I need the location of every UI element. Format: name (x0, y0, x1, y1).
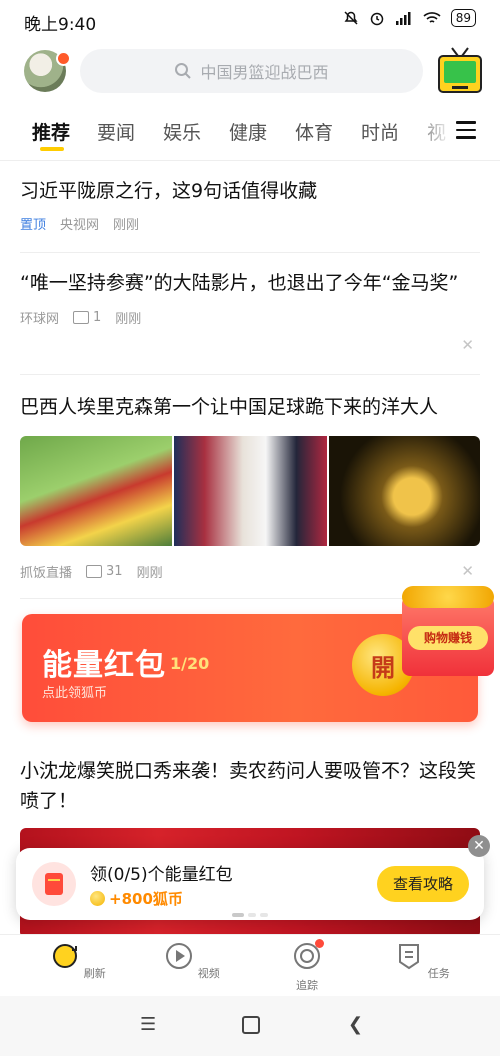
task-icon (399, 944, 420, 970)
home-nav-icon[interactable] (242, 1016, 260, 1034)
pinned-tag: 置顶 (20, 218, 47, 233)
pager-indicator (232, 913, 268, 917)
battery-indicator: 89 (450, 9, 476, 27)
alarm-icon (370, 12, 383, 26)
system-nav-bar: ☰ ❮ (0, 996, 500, 1056)
bottom-nav: 刷新 视频 追踪 任务 (0, 934, 500, 997)
list-item[interactable]: 习近平陇原之行，这9句话值得收藏 置顶 央视网 刚刚 (20, 176, 480, 233)
search-bar[interactable]: 中国男篮迎战巴西 (80, 49, 423, 93)
refresh-icon (53, 944, 78, 968)
nav-video[interactable]: 视频 (162, 941, 222, 981)
nav-task[interactable]: 任务 (392, 941, 452, 981)
tab-news[interactable]: 要闻 (97, 118, 135, 145)
article-meta: 环球网 1 刚刚 (20, 308, 480, 327)
task-reward-value: +800狐币 (109, 890, 183, 908)
gold-coins (402, 586, 494, 608)
play-icon (166, 943, 193, 969)
app-header: 中国男篮迎战巴西 (0, 40, 500, 104)
article-time: 刚刚 (113, 218, 140, 233)
article-title: 巴西人埃里克森第一个让中国足球跪下来的洋大人 (20, 396, 439, 418)
article-title: “唯一坚持参赛”的大陆影片，也退出了今年“金马奖” (20, 272, 459, 294)
view-guide-button[interactable]: 查看攻略 (377, 866, 469, 902)
tab-recommend[interactable]: 推荐 (32, 118, 70, 145)
nav-label: 追踪 (296, 979, 318, 992)
status-bar: 晚上9:40 89 (0, 0, 500, 40)
comment-count-value: 31 (106, 564, 123, 579)
tab-entertainment[interactable]: 娱乐 (163, 118, 201, 145)
search-icon (175, 63, 192, 79)
article-source: 环球网 (20, 312, 60, 327)
energy-banner[interactable]: 能量红包 1/20 点此领狐币 開 购物赚钱 (22, 586, 494, 722)
wifi-icon (423, 12, 441, 23)
status-time: 晚上9:40 (24, 15, 97, 35)
search-placeholder: 中国男篮迎战巴西 (200, 63, 329, 82)
article-images[interactable] (20, 436, 480, 546)
tab-sports[interactable]: 体育 (295, 118, 333, 145)
nav-label: 任务 (427, 967, 450, 980)
nav-refresh[interactable]: 刷新 (48, 941, 108, 981)
article-time: 刚刚 (115, 312, 142, 327)
banner-count: 1/20 (170, 654, 210, 673)
tabs-fade (412, 104, 452, 160)
open-coin-label: 開 (371, 653, 395, 682)
mute-icon (344, 11, 358, 25)
divider (20, 374, 480, 375)
comment-icon (73, 311, 90, 324)
nav-label: 视频 (197, 967, 220, 980)
nav-track[interactable]: 追踪 (277, 939, 337, 993)
task-title: 领(0/5)个能量红包 (90, 865, 233, 885)
task-reward: +800狐币 (90, 888, 183, 909)
divider (20, 252, 480, 253)
active-tab-indicator (40, 147, 64, 151)
menu-nav-icon[interactable]: ☰ (140, 1014, 156, 1035)
dismiss-icon[interactable]: ✕ (461, 336, 474, 354)
notification-dot (315, 939, 324, 948)
signal-icon (395, 12, 411, 25)
fox-coin-icon (90, 891, 105, 906)
menu-icon[interactable] (456, 121, 476, 139)
gift-label: 购物赚钱 (408, 626, 488, 650)
tab-fashion[interactable]: 时尚 (361, 118, 399, 145)
notification-dot (56, 51, 71, 66)
banner-title: 能量红包 (42, 648, 166, 683)
red-envelope-icon (32, 862, 76, 906)
article-source: 央视网 (60, 218, 100, 233)
status-icons: 89 (343, 9, 476, 27)
article-meta: 置顶 央视网 刚刚 (20, 214, 480, 233)
list-item[interactable]: 巴西人埃里克森第一个让中国足球跪下来的洋大人 (20, 392, 480, 422)
nav-label: 刷新 (83, 967, 106, 980)
category-tabs: 推荐 要闻 娱乐 健康 体育 时尚 视 (0, 104, 500, 161)
article-meta: 抓饭直播 31 刚刚 (20, 562, 480, 581)
banner-subtitle: 点此领狐币 (42, 686, 108, 701)
comment-count-value: 1 (93, 310, 102, 325)
article-time: 刚刚 (136, 566, 163, 581)
tv-icon[interactable] (438, 46, 482, 96)
thumbnail-image (174, 436, 327, 546)
comment-count: 31 (86, 564, 123, 579)
comment-icon (86, 565, 103, 578)
tab-health[interactable]: 健康 (229, 118, 267, 145)
back-nav-icon[interactable]: ❮ (348, 1014, 363, 1035)
dismiss-icon[interactable]: ✕ (461, 562, 474, 580)
comment-count: 1 (73, 310, 101, 325)
task-card[interactable]: 领(0/5)个能量红包 +800狐币 查看攻略 (16, 848, 484, 920)
article-source: 抓饭直播 (20, 566, 73, 581)
article-title: 习近平陇原之行，这9句话值得收藏 (20, 180, 318, 202)
gift-bag-icon[interactable]: 购物赚钱 (402, 586, 494, 676)
close-icon[interactable]: ✕ (468, 835, 490, 857)
thumbnail-image (20, 436, 173, 546)
list-item[interactable]: “唯一坚持参赛”的大陆影片，也退出了今年“金马奖” 环球网 1 刚刚 ✕ (20, 268, 480, 354)
list-item[interactable]: 小沈龙爆笑脱口秀来袭！卖农药问人要吸管不？这段笑喷了！ (20, 756, 480, 816)
target-icon-wrap (292, 939, 324, 971)
thumbnail-image (328, 436, 480, 546)
article-meta-row: 抓饭直播 31 刚刚 ✕ (20, 562, 480, 581)
article-title: 小沈龙爆笑脱口秀来袭！卖农药问人要吸管不？这段笑喷了！ (20, 760, 477, 812)
